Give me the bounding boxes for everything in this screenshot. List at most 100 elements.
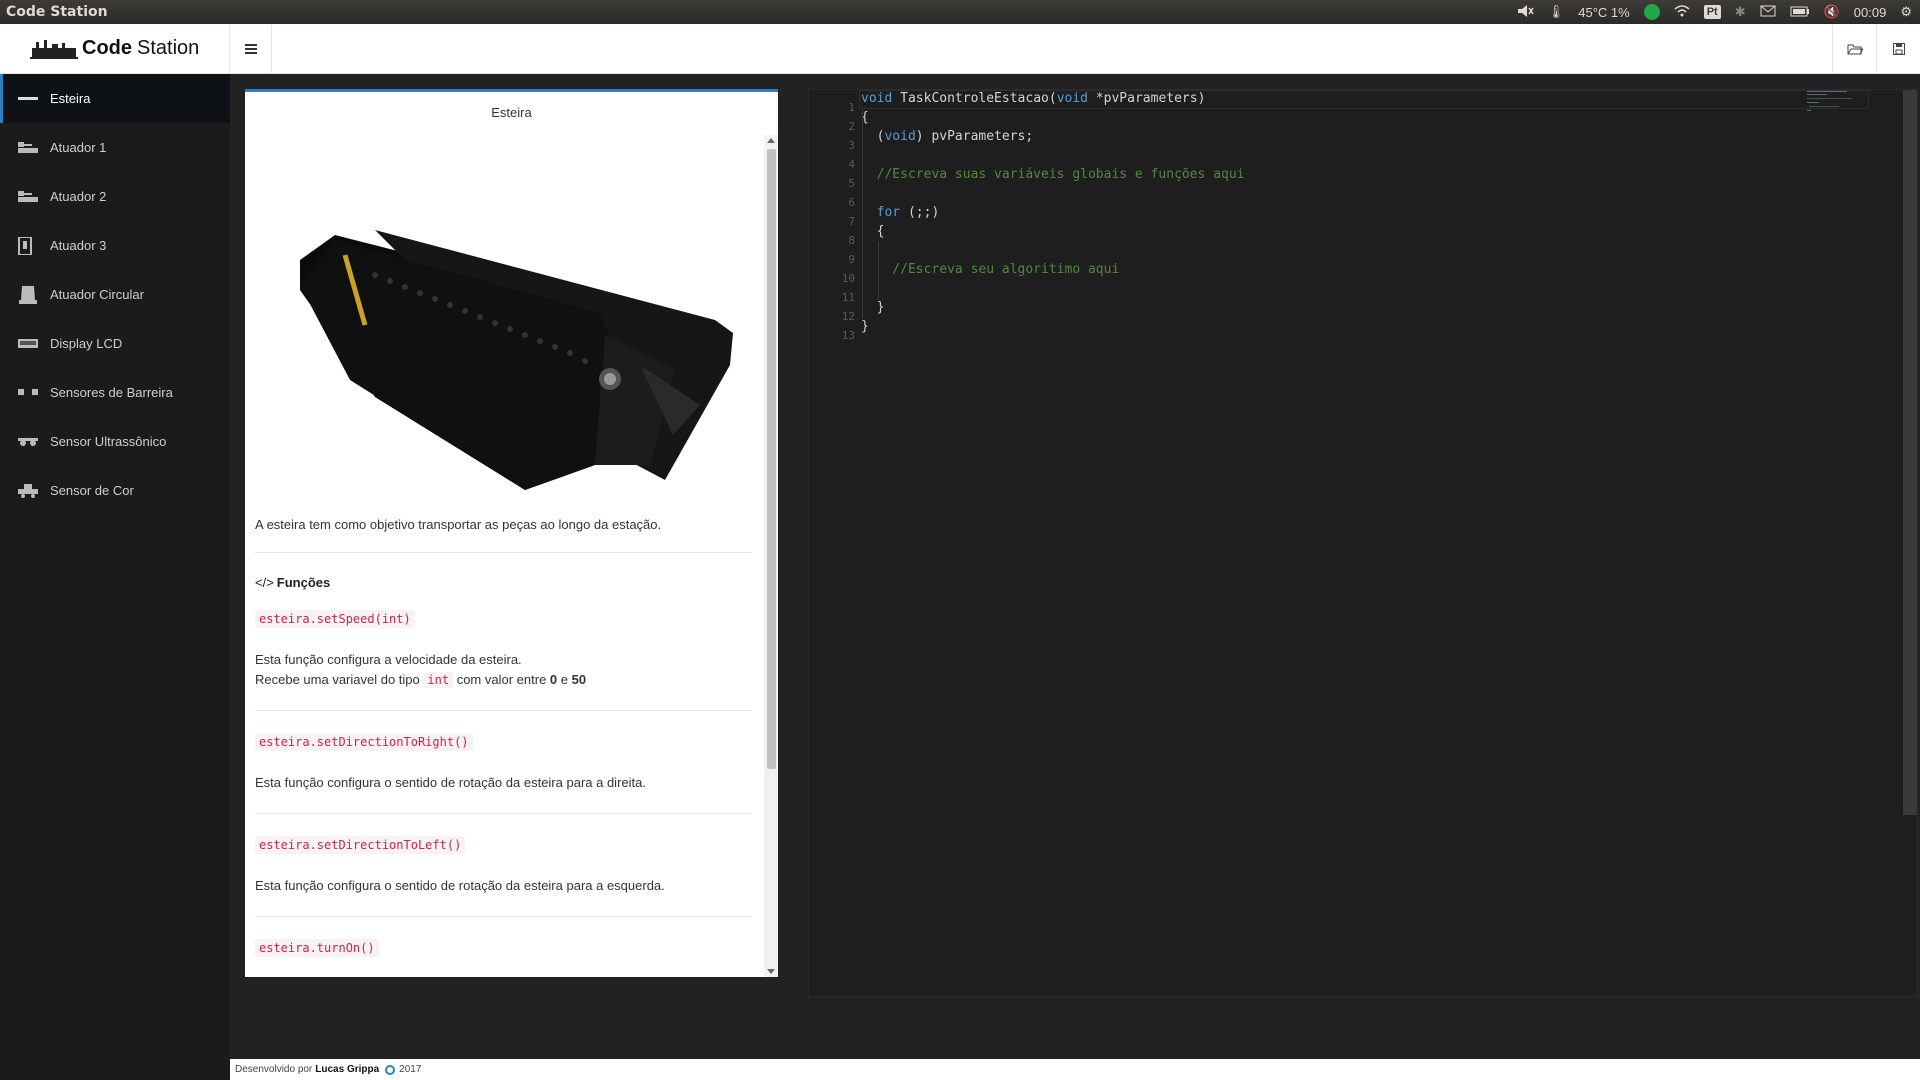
mail-icon[interactable] bbox=[1760, 5, 1776, 20]
barrier-sensor-icon bbox=[18, 385, 40, 401]
ultrasonic-sensor-icon bbox=[18, 434, 40, 450]
actuator-icon bbox=[18, 189, 40, 205]
code-minimap[interactable] bbox=[1807, 90, 1857, 120]
min-value: 0 bbox=[549, 672, 558, 687]
hamburger-menu-button[interactable] bbox=[230, 23, 272, 74]
sidebar-item-label: Esteira bbox=[50, 91, 91, 106]
editor-scrollbar[interactable] bbox=[1903, 90, 1917, 815]
github-icon[interactable] bbox=[385, 1064, 396, 1075]
line-number: 4 bbox=[848, 158, 855, 171]
function-entry: esteira.setDirectionToLeft() Esta função… bbox=[255, 814, 752, 917]
factory-logo-icon bbox=[30, 39, 78, 59]
sidebar-item-sensor-de-cor[interactable]: Sensor de Cor bbox=[0, 466, 230, 515]
line-number: 9 bbox=[848, 253, 855, 266]
panel-title: Esteira bbox=[491, 104, 532, 120]
save-icon bbox=[1892, 42, 1905, 55]
functions-heading: </> Funções bbox=[255, 575, 752, 590]
circular-actuator-icon bbox=[18, 285, 40, 304]
temperature-readout[interactable]: 45°C 1% bbox=[1578, 5, 1629, 20]
status-indicator-icon[interactable] bbox=[1643, 4, 1660, 20]
sidebar: Esteira Atuador 1 Atuador 2 Atuador 3 At… bbox=[0, 74, 230, 1080]
system-top-bar: Code Station 🌡 45°C 1% Pt ✱ 🔇 00:09 ⚙ bbox=[0, 0, 1920, 24]
sidebar-item-esteira[interactable]: Esteira bbox=[0, 74, 230, 123]
indent-guide bbox=[878, 242, 879, 299]
code-line[interactable]: } bbox=[861, 319, 869, 334]
line-number-gutter: 1 2 3 4 5 6 7 8 9 10 11 12 13 bbox=[809, 90, 859, 996]
code-comment[interactable]: //Escreva seu algoritimo aqui bbox=[861, 262, 1119, 277]
line-number: 3 bbox=[848, 139, 855, 152]
thermometer-icon[interactable]: 🌡 bbox=[1548, 4, 1565, 20]
system-tray: 🌡 45°C 1% Pt ✱ 🔇 00:09 ⚙ bbox=[1516, 4, 1920, 21]
code-comment[interactable]: //Escreva suas variáveis globais e funçõ… bbox=[861, 167, 1245, 182]
volume-muted-icon[interactable] bbox=[1516, 4, 1534, 21]
folder-open-icon bbox=[1847, 44, 1863, 54]
line-number: 1 bbox=[848, 101, 855, 114]
actuator-icon bbox=[18, 140, 40, 156]
function-signature: esteira.setDirectionToLeft() bbox=[255, 836, 466, 854]
component-description: A esteira tem como objetivo transportar … bbox=[255, 517, 752, 553]
line-number: 8 bbox=[848, 234, 855, 247]
sidebar-item-sensores-de-barreira[interactable]: Sensores de Barreira bbox=[0, 368, 230, 417]
wifi-icon[interactable] bbox=[1674, 4, 1690, 20]
scroll-down-arrow-icon[interactable] bbox=[767, 969, 775, 974]
sidebar-item-atuador-3[interactable]: Atuador 3 bbox=[0, 221, 230, 270]
code-line[interactable]: void TaskControleEstacao(void *pvParamet… bbox=[861, 91, 1205, 106]
function-entry: esteira.turnOn() bbox=[255, 917, 752, 977]
scroll-up-arrow-icon[interactable] bbox=[767, 138, 775, 143]
line-number: 10 bbox=[841, 272, 855, 285]
function-entry: esteira.setSpeed(int) Esta função config… bbox=[255, 590, 752, 711]
function-description: Esta função configura a velocidade da es… bbox=[255, 650, 752, 690]
code-line[interactable]: (void) pvParameters; bbox=[861, 129, 1034, 144]
hamburger-icon bbox=[244, 43, 257, 54]
footer-author[interactable]: Lucas Grippa bbox=[315, 1064, 379, 1075]
documentation-scroll-area[interactable]: A esteira tem como objetivo transportar … bbox=[245, 135, 762, 977]
main-content: Esteira A esteira tem como objetivo tran… bbox=[230, 74, 1920, 1059]
footer-prefix: Desenvolvido por bbox=[235, 1064, 313, 1075]
indent-guide bbox=[862, 109, 863, 318]
brand-logo[interactable]: Code Station bbox=[0, 23, 230, 74]
brand-name: Station bbox=[137, 37, 200, 59]
sidebar-item-label: Atuador Circular bbox=[50, 287, 144, 302]
line-number: 11 bbox=[841, 291, 855, 304]
settings-gear-icon[interactable]: ⚙ bbox=[1900, 4, 1912, 20]
sidebar-item-display-lcd[interactable]: Display LCD bbox=[0, 319, 230, 368]
code-line[interactable]: } bbox=[861, 300, 885, 315]
functions-heading-text: Funções bbox=[276, 575, 331, 590]
brand-name-bold: Code bbox=[82, 37, 132, 59]
scrollbar-thumb[interactable] bbox=[767, 149, 776, 769]
bluetooth-icon[interactable]: ✱ bbox=[1735, 4, 1746, 20]
function-description: Esta função configura o sentido de rotaç… bbox=[255, 775, 646, 790]
inline-code: int bbox=[423, 672, 454, 688]
color-sensor-icon bbox=[18, 483, 40, 499]
function-description: Esta função configura o sentido de rotaç… bbox=[255, 878, 665, 893]
line-number: 12 bbox=[841, 310, 855, 323]
window-title: Code Station bbox=[6, 4, 108, 20]
sidebar-item-label: Sensor de Cor bbox=[50, 483, 134, 498]
code-editor[interactable]: 1 2 3 4 5 6 7 8 9 10 11 12 13 void TaskC… bbox=[808, 89, 1918, 997]
code-icon: </> bbox=[255, 575, 274, 590]
keyboard-layout-indicator[interactable]: Pt bbox=[1703, 5, 1721, 19]
lcd-icon bbox=[18, 336, 40, 352]
sidebar-item-label: Sensor Ultrassônico bbox=[50, 434, 167, 449]
line-number: 5 bbox=[848, 177, 855, 190]
documentation-scrollbar[interactable] bbox=[764, 135, 778, 977]
sidebar-item-atuador-circular[interactable]: Atuador Circular bbox=[0, 270, 230, 319]
sound-off-icon[interactable]: 🔇 bbox=[1824, 4, 1840, 20]
sidebar-item-atuador-1[interactable]: Atuador 1 bbox=[0, 123, 230, 172]
conveyor-3d-image bbox=[255, 135, 752, 517]
code-line[interactable]: for (;;) bbox=[861, 205, 940, 220]
line-number: 2 bbox=[848, 120, 855, 133]
open-file-button[interactable] bbox=[1832, 23, 1876, 74]
footer-year: 2017 bbox=[399, 1064, 422, 1075]
function-description-line: Esta função configura a velocidade da es… bbox=[255, 652, 522, 667]
battery-icon[interactable] bbox=[1790, 5, 1810, 20]
sidebar-item-atuador-2[interactable]: Atuador 2 bbox=[0, 172, 230, 221]
code-line[interactable]: { bbox=[861, 224, 885, 239]
actuator-vertical-icon bbox=[18, 236, 40, 255]
sidebar-item-sensor-ultrassonico[interactable]: Sensor Ultrassônico bbox=[0, 417, 230, 466]
function-entry: esteira.setDirectionToRight() Esta funçã… bbox=[255, 711, 752, 814]
clock[interactable]: 00:09 bbox=[1854, 5, 1887, 20]
save-file-button[interactable] bbox=[1876, 23, 1920, 74]
max-value: 50 bbox=[571, 672, 587, 687]
function-signature: esteira.setDirectionToRight() bbox=[255, 733, 473, 751]
